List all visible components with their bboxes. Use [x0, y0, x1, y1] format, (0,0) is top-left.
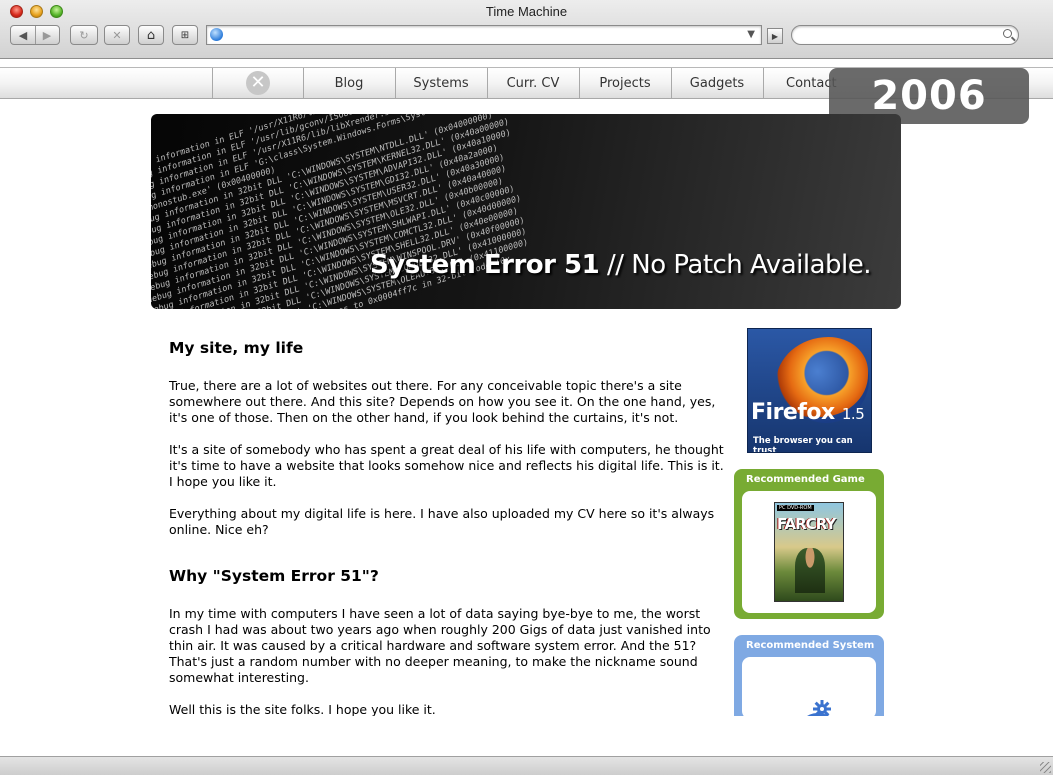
farcry-cover-image[interactable]: PC DVD-ROM FARCRY — [774, 502, 844, 602]
firefox-word: Firefox — [751, 400, 835, 425]
back-forward-segment: ◀ ▶ — [10, 25, 60, 45]
recommended-game-box: Recommended Game PC DVD-ROM FARCRY — [734, 469, 884, 619]
home-icon: ⌂ — [146, 27, 156, 43]
home-button[interactable]: ⌂ — [138, 25, 164, 45]
url-field[interactable]: ▼ — [206, 25, 762, 45]
forward-arrow-icon[interactable]: ▶ — [35, 29, 59, 42]
back-arrow-icon[interactable]: ◀ — [11, 29, 35, 42]
main-content: My site, my life True, there are a lot o… — [169, 340, 729, 734]
site-banner: No debug information in ELF '/usr/X11R6/… — [151, 114, 901, 309]
heading-my-site: My site, my life — [169, 339, 304, 357]
toolbar-spacer — [0, 59, 1053, 67]
recommended-game-panel: PC DVD-ROM FARCRY — [742, 491, 876, 613]
recommended-system-title: Recommended System — [746, 640, 875, 651]
window-titlebar: Time Machine ◀ ▶ ↻ ✕ ⌂ ⊞ ▼ ▶ — [0, 0, 1053, 59]
pc-dvd-label: PC DVD-ROM — [777, 505, 814, 511]
page-bottom-clip — [0, 716, 1053, 756]
paragraph: Everything about my digital life is here… — [169, 506, 715, 537]
close-circle-icon: ✕ — [246, 71, 270, 95]
go-arrow-icon: ▶ — [771, 31, 779, 41]
search-icon — [1003, 29, 1012, 38]
firefox-version: 1.5 — [841, 405, 865, 423]
recommended-game-title: Recommended Game — [746, 474, 865, 485]
banner-title-bold: System Error 51 — [370, 250, 600, 280]
recommended-system-box: Recommended System — [734, 635, 884, 757]
nav-item-gadgets[interactable]: Gadgets — [671, 68, 762, 98]
reload-icon: ↻ — [79, 28, 89, 42]
url-history-dropdown-icon[interactable]: ▼ — [747, 29, 755, 40]
paragraph: In my time with computers I have seen a … — [169, 606, 711, 685]
search-input[interactable] — [791, 25, 1019, 45]
nav-item-blog[interactable]: Blog — [303, 68, 394, 98]
reload-button[interactable]: ↻ — [70, 25, 98, 45]
banner-title: System Error 51 // No Patch Available. — [370, 250, 871, 280]
globe-icon — [210, 28, 223, 41]
nav-item-systems[interactable]: Systems — [395, 68, 486, 98]
nav-item-projects[interactable]: Projects — [579, 68, 670, 98]
stop-icon: ✕ — [112, 28, 122, 42]
paragraph: True, there are a lot of websites out th… — [169, 378, 716, 425]
add-bookmark-button[interactable]: ⊞ — [172, 25, 198, 45]
firefox-wordmark: Firefox 1.5 — [751, 400, 865, 425]
window-title: Time Machine — [485, 4, 568, 19]
farcry-logo: FARCRY — [777, 515, 836, 533]
go-button[interactable]: ▶ — [767, 28, 783, 44]
recommended-system-panel — [742, 657, 876, 757]
add-bookmark-icon: ⊞ — [180, 29, 190, 41]
soldier-figure — [795, 548, 825, 593]
paragraph: It's a site of somebody who has spent a … — [169, 442, 724, 489]
firefox-tagline: The browser you can trust — [753, 436, 853, 453]
resize-grip-icon[interactable] — [1040, 762, 1051, 773]
nav-item-cv[interactable]: Curr. CV — [487, 68, 578, 98]
stop-button[interactable]: ✕ — [104, 25, 130, 45]
nav-close-item[interactable]: ✕ — [212, 68, 303, 98]
heading-why-system-error: Why "System Error 51"? — [169, 567, 379, 585]
status-bar — [0, 756, 1053, 775]
banner-title-rest: // No Patch Available. — [599, 250, 872, 280]
firefox-ad-banner[interactable]: Firefox 1.5 The browser you can trust — [747, 328, 872, 453]
